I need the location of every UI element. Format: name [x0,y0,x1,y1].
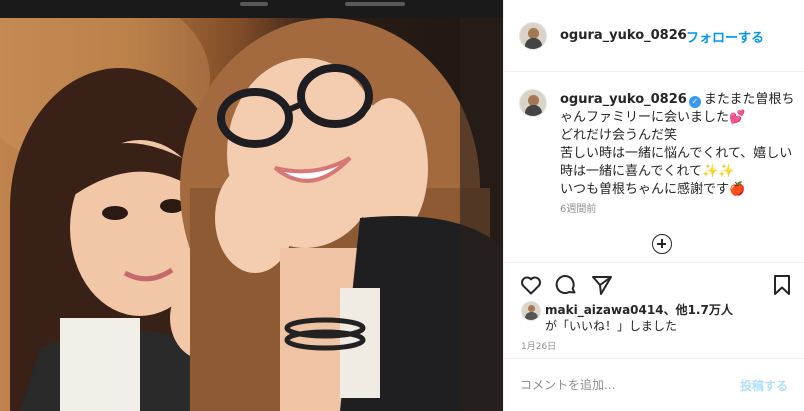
post-photo[interactable] [0,18,503,411]
post-side-panel: ogura_yuko_0826 • フォローする ogura_yuko_0826… [503,0,804,411]
strip-mark [240,2,268,6]
action-bar [504,262,804,302]
caption-text: ogura_yuko_0826 ✓ またまた曽根ちゃんファミリーに会いました💕 どれ… [560,91,796,199]
likes-line: maki_aizawa0414、他1.7万人 [545,301,733,318]
caption-block: ogura_yuko_0826 ✓ またまた曽根ちゃんファミリーに会いました💕 どれ… [504,73,804,263]
caption-avatar[interactable] [519,89,547,117]
paper-plane-icon[interactable] [590,273,614,297]
liker-avatar[interactable] [521,301,541,321]
username-link[interactable]: ogura_yuko_0826 [560,28,687,43]
comment-bubble-icon[interactable] [554,273,578,297]
caption-line: いつも曽根ちゃんに感謝です🍎 [560,182,746,197]
caption-line: どれだけ会うんだ笑 [560,128,678,143]
plus-circle-icon[interactable] [652,234,672,254]
avatar[interactable] [519,22,547,50]
verified-badge-icon: ✓ [688,96,701,108]
post-date[interactable]: 1月26日 [521,339,556,352]
post-comment-button[interactable]: 投稿する [740,377,788,394]
strip-mark [345,2,405,6]
comment-box: 投稿する [504,358,804,411]
comment-input[interactable] [520,374,720,396]
follow-button[interactable]: フォローする [686,27,764,46]
likes-suffix: が「いいね！」しました [545,319,678,333]
caption-username[interactable]: ogura_yuko_0826 [560,92,687,107]
likes-others-count[interactable]: 、他1.7万人 [664,303,733,317]
post-time[interactable]: 6週間前 [560,200,596,215]
bookmark-icon[interactable] [770,273,794,297]
separator-dot: • [676,28,684,43]
heart-icon[interactable] [519,273,543,297]
liker-username[interactable]: maki_aizawa0414 [545,303,664,317]
caption-line: 苦しい時は一緒に悩んでくれて、嬉しい時は一緒に喜んでくれて✨✨ [560,146,793,179]
likes-summary: maki_aizawa0414、他1.7万人 が「いいね！」しました [504,298,804,338]
post-header: ogura_yuko_0826 • フォローする [504,0,804,72]
photo-illustration [0,18,503,411]
